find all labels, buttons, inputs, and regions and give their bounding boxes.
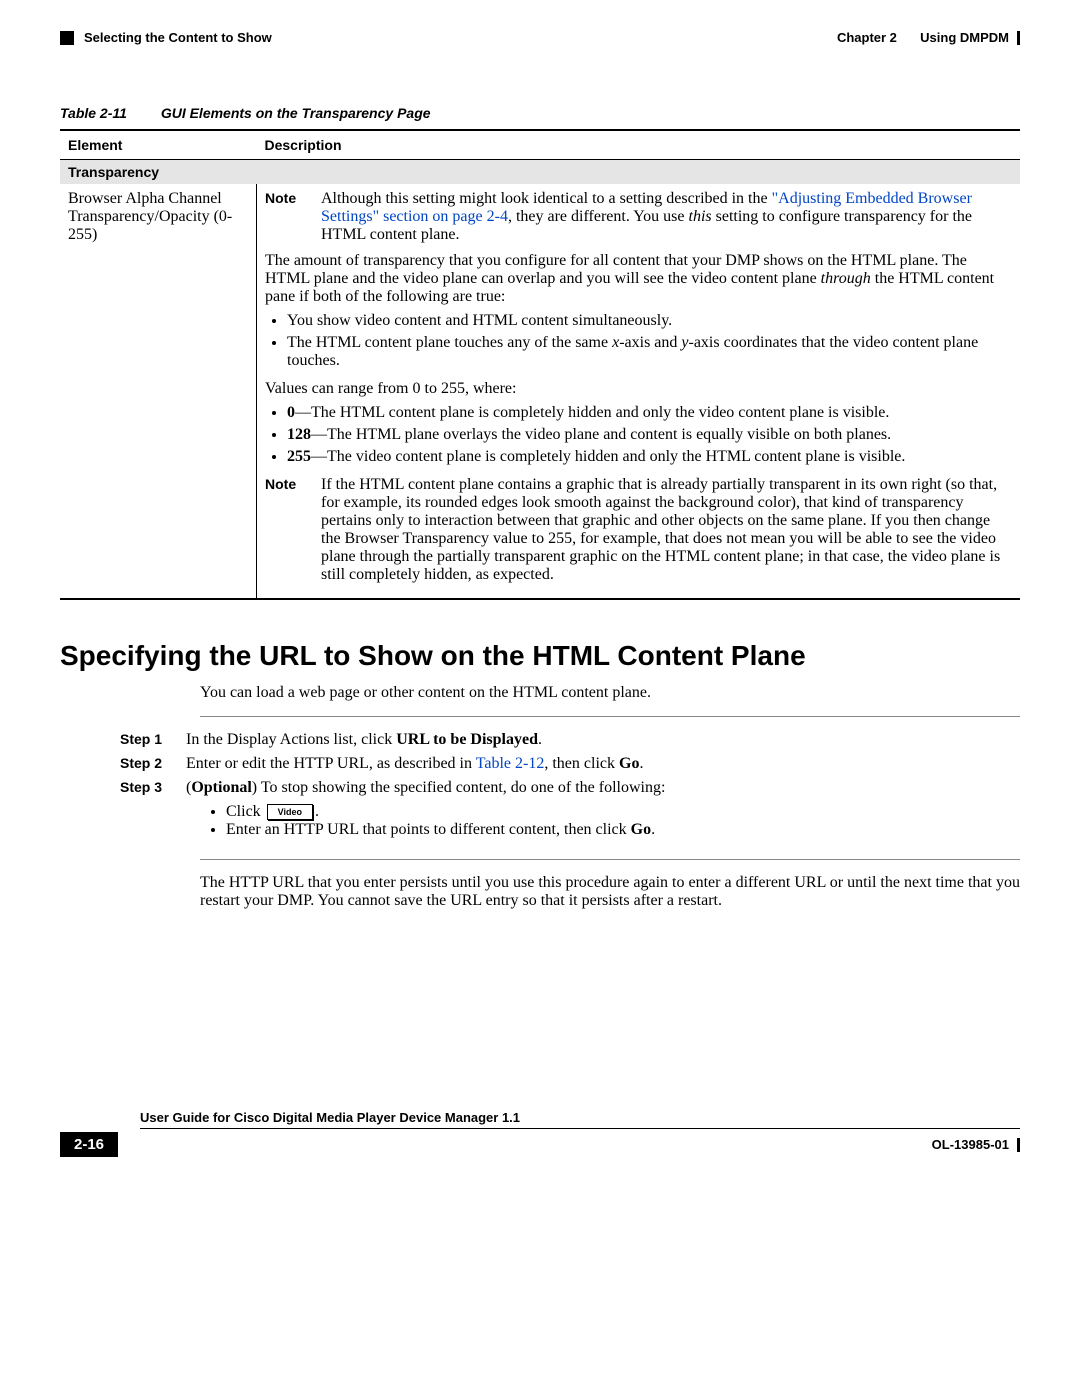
closing-paragraph: The HTTP URL that you enter persists unt… (200, 874, 1020, 910)
divider-icon (200, 859, 1020, 860)
running-header: Selecting the Content to Show Chapter 2 … (60, 30, 1020, 45)
divider-icon (200, 716, 1020, 717)
note-label: Note (265, 190, 303, 244)
step-3-label: Step 3 (120, 779, 172, 845)
bullet-simultaneous: You show video content and HTML content … (287, 312, 1012, 330)
header-section-title: Selecting the Content to Show (84, 30, 272, 45)
section-heading-url: Specifying the URL to Show on the HTML C… (60, 640, 1020, 672)
step-1-label: Step 1 (120, 731, 172, 749)
element-name: Browser Alpha Channel Transparency/Opaci… (60, 184, 257, 599)
value-255: 255—The video content plane is completel… (287, 448, 1012, 466)
header-chapter-title: Using DMPDM (920, 30, 1009, 45)
footer-guide-title: User Guide for Cisco Digital Media Playe… (140, 1110, 1020, 1129)
table-section-transparency: Transparency (60, 160, 1020, 185)
col-header-element: Element (60, 130, 257, 160)
section-intro: You can load a web page or other content… (200, 684, 1020, 702)
table-caption: Table 2-11 GUI Elements on the Transpare… (60, 105, 1020, 121)
step3-sub-enter-url: Enter an HTTP URL that points to differe… (226, 821, 1020, 839)
bullet-axes: The HTML content plane touches any of th… (287, 334, 1012, 370)
note2-body: If the HTML content plane contains a gra… (321, 476, 1012, 584)
step-2-content: Enter or edit the HTTP URL, as described… (186, 755, 1020, 773)
values-intro: Values can range from 0 to 255, where: (265, 380, 1012, 398)
doc-id: OL-13985-01 (932, 1137, 1009, 1152)
footer-bar-icon (1017, 1138, 1020, 1152)
element-description: Note Although this setting might look id… (257, 184, 1021, 599)
step-1-content: In the Display Actions list, click URL t… (186, 731, 1020, 749)
value-0: 0—The HTML content plane is completely h… (287, 404, 1012, 422)
header-square-icon (60, 31, 74, 45)
step-3-content: (Optional) To stop showing the specified… (186, 779, 1020, 845)
header-bar-icon (1017, 31, 1020, 45)
header-chapter-label: Chapter 2 (837, 30, 897, 45)
page-number: 2-16 (60, 1132, 118, 1157)
step-2-label: Step 2 (120, 755, 172, 773)
page-footer: User Guide for Cisco Digital Media Playe… (60, 1110, 1020, 1157)
note1-body: Although this setting might look identic… (321, 190, 1012, 244)
link-table-2-12[interactable]: Table 2-12 (476, 755, 545, 772)
col-header-description: Description (257, 130, 1021, 160)
note-label: Note (265, 476, 303, 584)
step3-sub-click-video: Click Video. (226, 803, 1020, 821)
table-number: Table 2-11 (60, 105, 127, 121)
table-title: GUI Elements on the Transparency Page (161, 105, 431, 121)
value-128: 128—The HTML plane overlays the video pl… (287, 426, 1012, 444)
video-button[interactable]: Video (267, 804, 313, 820)
para-transparency-amount: The amount of transparency that you conf… (265, 252, 1012, 306)
gui-elements-table: Element Description Transparency Browser… (60, 129, 1020, 600)
